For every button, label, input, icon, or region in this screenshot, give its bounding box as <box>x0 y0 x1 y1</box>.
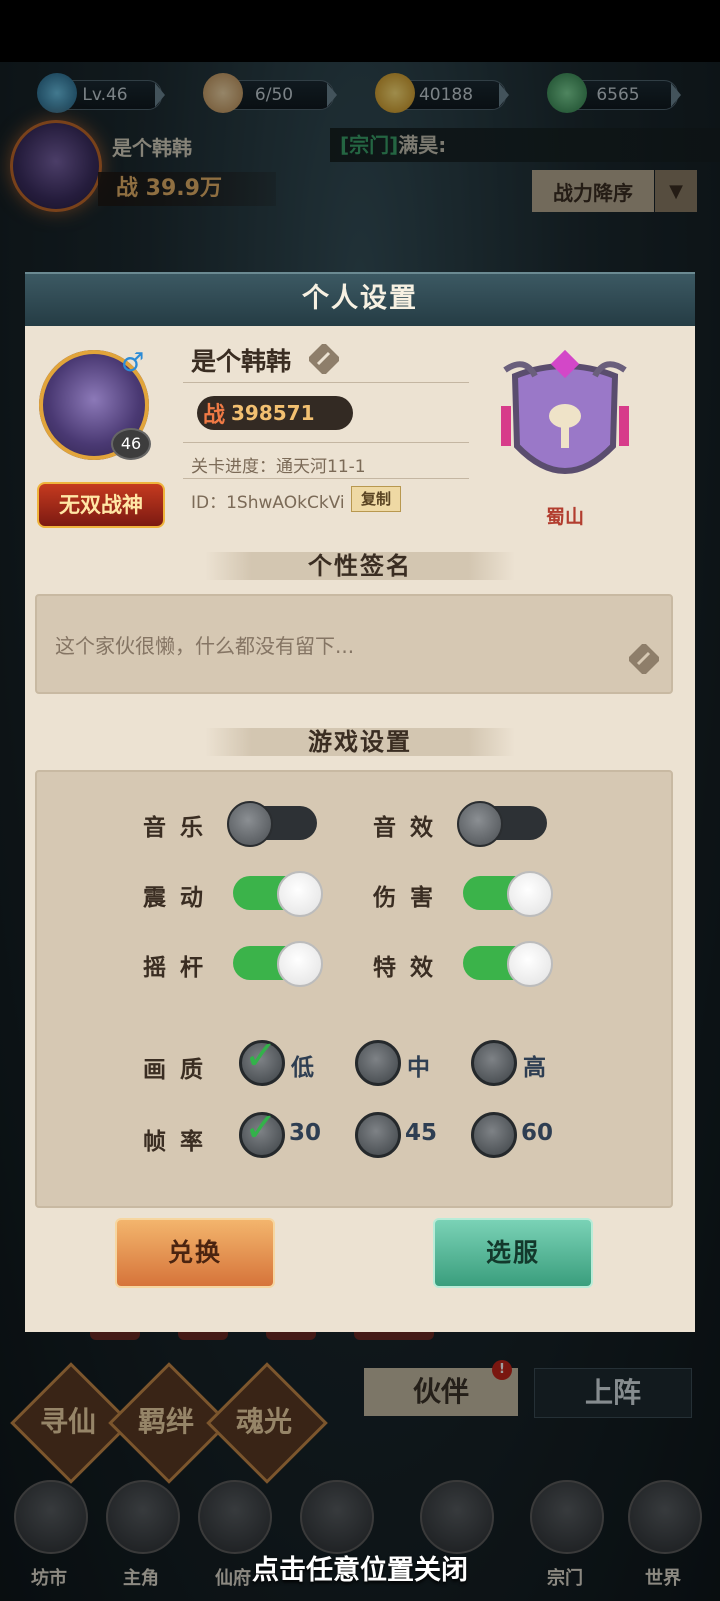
signature-text: 这个家伙很懒，什么都没有留下... <box>55 634 355 658</box>
quality-high-label: 高 <box>523 1055 546 1081</box>
edit-name-icon[interactable] <box>307 342 341 376</box>
vibration-toggle[interactable] <box>233 871 323 917</box>
profile-power: 战 398571 <box>197 396 353 430</box>
game-settings-title-text: 游戏设置 <box>308 728 412 756</box>
framerate-45-label: 45 <box>405 1120 438 1146</box>
server-select-button[interactable]: 选服 <box>433 1218 593 1288</box>
signature-box[interactable]: 这个家伙很懒，什么都没有留下... <box>35 594 673 694</box>
effects-toggle[interactable] <box>463 941 553 987</box>
dialog-title: 个人设置 <box>302 283 418 314</box>
music-label: 音乐 <box>143 815 217 841</box>
vibration-label: 震动 <box>143 885 217 911</box>
sound-effect-label: 音效 <box>373 815 447 841</box>
toggle-knob <box>227 801 273 847</box>
male-icon: ♂ <box>121 348 145 378</box>
exchange-button[interactable]: 兑换 <box>115 1218 275 1288</box>
signature-title-text: 个性签名 <box>308 552 412 580</box>
copy-id-button[interactable]: 复制 <box>351 486 401 512</box>
power-value: 398571 <box>231 401 315 425</box>
dialog-body: ♂ 46 无双战神 是个韩韩 战 398571 关卡进度：通天河11-1 ID：… <box>25 326 695 1332</box>
quality-mid-radio[interactable] <box>355 1040 401 1086</box>
player-id: ID：1ShwAOkCkVi <box>191 493 345 513</box>
quality-mid-label: 中 <box>407 1055 430 1081</box>
framerate-60-radio[interactable] <box>471 1112 517 1158</box>
divider <box>183 382 469 383</box>
divider <box>183 442 469 443</box>
stage-progress: 关卡进度：通天河11-1 <box>191 457 366 477</box>
personal-settings-dialog: 个人设置 ♂ 46 无双战神 是个韩韩 战 398571 关卡进度：通天河11-… <box>25 272 695 1332</box>
signature-section-title: 个性签名 <box>205 546 515 586</box>
checkmark-icon: ✓ <box>244 1033 278 1079</box>
tap-to-close-hint[interactable]: 点击任意位置关闭 <box>0 1548 720 1587</box>
quality-high-radio[interactable] <box>471 1040 517 1086</box>
framerate-45-radio[interactable] <box>355 1112 401 1158</box>
toggle-knob <box>277 941 323 987</box>
sound-effect-toggle[interactable] <box>457 801 547 847</box>
framerate-30-label: 30 <box>289 1120 322 1146</box>
checkmark-icon: ✓ <box>244 1105 278 1151</box>
quality-low-radio[interactable]: ✓ <box>239 1033 285 1086</box>
framerate-label: 帧率 <box>143 1129 217 1155</box>
joystick-toggle[interactable] <box>233 941 323 987</box>
edit-signature-icon[interactable] <box>627 642 661 676</box>
framerate-60-label: 60 <box>521 1120 554 1146</box>
power-prefix: 战 <box>203 403 226 428</box>
toggle-knob <box>507 941 553 987</box>
quality-label: 画质 <box>143 1057 217 1083</box>
framerate-30-radio[interactable]: ✓ <box>239 1105 285 1158</box>
toggle-knob <box>457 801 503 847</box>
title-badge[interactable]: 无双战神 <box>37 482 165 528</box>
level-badge: 46 <box>111 428 151 460</box>
damage-label: 伤害 <box>373 885 447 911</box>
sect-crest-icon[interactable] <box>495 346 635 496</box>
music-toggle[interactable] <box>227 801 317 847</box>
effects-label: 特效 <box>373 955 447 981</box>
toggle-knob <box>277 871 323 917</box>
sect-name: 蜀山 <box>545 506 584 528</box>
game-settings-box: 音乐 音效 震动 伤害 摇杆 特效 画质 ✓ 低 中 高 帧率 ✓ 30 45 … <box>35 770 673 1208</box>
quality-low-label: 低 <box>291 1055 314 1081</box>
profile-name: 是个韩韩 <box>191 347 292 376</box>
joystick-label: 摇杆 <box>143 955 217 981</box>
damage-toggle[interactable] <box>463 871 553 917</box>
game-settings-section-title: 游戏设置 <box>205 722 515 762</box>
divider <box>183 478 469 479</box>
toggle-knob <box>507 871 553 917</box>
